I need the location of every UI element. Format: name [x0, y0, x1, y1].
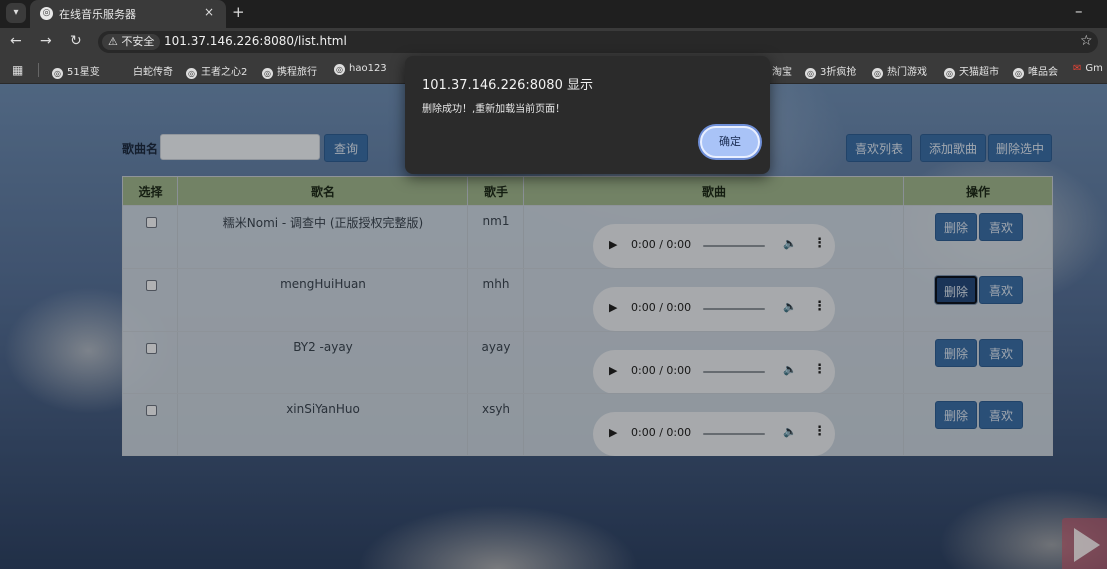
- globe-icon: ◎: [186, 68, 197, 79]
- tab-search-menu-icon[interactable]: ▾: [6, 3, 26, 23]
- tab-close-icon[interactable]: ×: [204, 5, 214, 19]
- globe-icon: ◎: [805, 68, 816, 79]
- new-tab-button[interactable]: +: [232, 3, 245, 21]
- reload-icon[interactable]: ↻: [70, 33, 82, 49]
- dialog-message: 删除成功！,重新加载当前页面！: [422, 104, 566, 115]
- browser-toolbar: ← → ↻ ⚠ 不安全 101.37.146.226:8080/list.htm…: [0, 28, 1107, 56]
- minimize-button[interactable]: –: [1075, 2, 1083, 20]
- bookmark-item[interactable]: ◎ 热门游戏: [872, 63, 927, 79]
- bookmark-item[interactable]: 白蛇传奇: [133, 63, 173, 78]
- tab-bar: ▾ ◎ 在线音乐服务器 × + –: [0, 0, 1107, 28]
- globe-icon: ◎: [262, 68, 273, 79]
- bookmark-item[interactable]: ◎ 王者之心2: [186, 63, 247, 79]
- address-bar[interactable]: ⚠ 不安全 101.37.146.226:8080/list.html ☆: [98, 31, 1098, 53]
- globe-icon: ◎: [1013, 68, 1024, 79]
- bookmark-item[interactable]: ◎ 51星变: [52, 63, 100, 79]
- globe-icon: ◎: [334, 64, 345, 75]
- bookmark-item[interactable]: ◎ 天猫超市: [944, 63, 999, 79]
- bookmark-separator: [38, 63, 39, 77]
- globe-icon: ◎: [40, 7, 53, 20]
- tab-active[interactable]: ◎ 在线音乐服务器 ×: [30, 0, 226, 28]
- bookmark-item[interactable]: ✉ Gm: [1073, 63, 1103, 74]
- forward-arrow-icon[interactable]: →: [40, 33, 52, 49]
- not-secure-badge[interactable]: ⚠ 不安全: [102, 34, 161, 50]
- alert-dialog: 101.37.146.226:8080 显示 删除成功！,重新加载当前页面！ 确…: [405, 56, 770, 174]
- globe-icon: ◎: [944, 68, 955, 79]
- bookmark-item[interactable]: ◎ 唯品会: [1013, 63, 1058, 79]
- apps-grid-icon[interactable]: ▦: [12, 63, 23, 77]
- dialog-ok-button[interactable]: 确定: [700, 126, 760, 158]
- globe-icon: ◎: [872, 68, 883, 79]
- back-arrow-icon[interactable]: ←: [10, 33, 22, 49]
- bookmark-item[interactable]: 淘宝: [772, 63, 792, 78]
- bookmark-item[interactable]: ◎ 携程旅行: [262, 63, 317, 79]
- dialog-title: 101.37.146.226:8080 显示: [422, 78, 593, 93]
- bookmark-star-icon[interactable]: ☆: [1080, 33, 1093, 49]
- tab-title: 在线音乐服务器: [59, 8, 136, 21]
- gmail-icon: ✉: [1073, 63, 1082, 74]
- url-text: 101.37.146.226:8080/list.html: [164, 34, 347, 48]
- bookmark-item[interactable]: ◎ hao123: [334, 63, 387, 75]
- bookmark-item[interactable]: ◎ 3折疯抢: [805, 63, 856, 79]
- globe-icon: ◎: [52, 68, 63, 79]
